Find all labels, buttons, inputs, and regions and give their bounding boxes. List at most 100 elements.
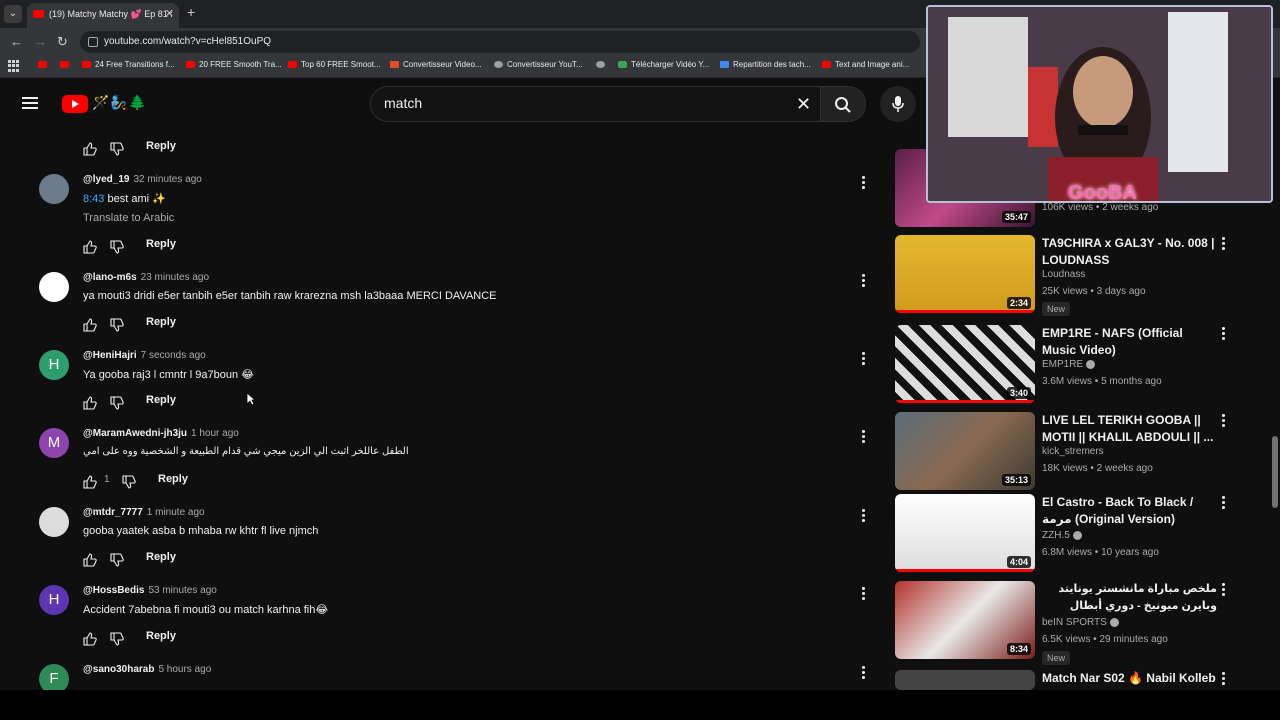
video-more-icon[interactable]	[1222, 583, 1226, 597]
comment-time[interactable]: 53 minutes ago	[148, 585, 216, 596]
translate-link[interactable]: Translate to Arabic	[83, 212, 174, 224]
recommendation-item[interactable]: 2:34 TA9CHIRA x GAL3Y - No. 008 | LOUDNA…	[895, 235, 1235, 316]
video-thumbnail[interactable]: 8:34	[895, 581, 1035, 659]
recommendation-item[interactable]: 3:40 EMP1RE - NAFS (Official Music Video…	[895, 325, 1235, 403]
comment-more-icon[interactable]	[862, 430, 866, 444]
avatar[interactable]	[39, 174, 69, 204]
recommendation-item[interactable]: Match Nar S02 🔥 Nabil Kolleb	[895, 670, 1235, 690]
comment-author[interactable]: @MaramAwedni-jh3ju 1 hour ago	[83, 428, 239, 439]
recommendation-item[interactable]: 8:34 ملخص مباراة مانشستر يونايتد وبايرن …	[895, 581, 1235, 665]
comment-more-icon[interactable]	[862, 587, 866, 601]
timestamp-link[interactable]: 8:43	[83, 193, 104, 205]
voice-search-button[interactable]	[880, 86, 916, 122]
comment-more-icon[interactable]	[862, 274, 866, 288]
comment-time[interactable]: 5 hours ago	[158, 664, 211, 675]
comment-more-icon[interactable]	[862, 666, 866, 680]
comment-time[interactable]: 7 seconds ago	[141, 350, 206, 361]
reply-button[interactable]: Reply	[146, 238, 176, 250]
forward-icon[interactable]: →	[34, 34, 47, 49]
dislike-icon[interactable]	[110, 396, 124, 410]
video-title[interactable]: El Castro - Back To Black / مرمة (Origin…	[1042, 494, 1217, 528]
avatar[interactable]: F	[39, 664, 69, 690]
scrollbar-thumb[interactable]	[1272, 436, 1278, 508]
video-title[interactable]: ملخص مباراة مانشستر يونايتد وبايرن ميوني…	[1042, 581, 1218, 615]
youtube-logo-icon[interactable]	[62, 95, 88, 113]
video-thumbnail[interactable]: 4:04	[895, 494, 1035, 572]
reply-button[interactable]: Reply	[146, 630, 176, 642]
like-icon[interactable]	[83, 632, 97, 646]
video-more-icon[interactable]	[1222, 414, 1226, 428]
video-thumbnail[interactable]: 2:34	[895, 235, 1035, 313]
site-info-icon[interactable]	[88, 37, 98, 47]
video-thumbnail[interactable]	[895, 670, 1035, 690]
comment-time[interactable]: 1 minute ago	[147, 507, 205, 518]
comment-more-icon[interactable]	[862, 176, 866, 190]
reply-button[interactable]: Reply	[158, 473, 188, 485]
bookmark-item[interactable]: Top 60 FREE Smoot...	[288, 60, 381, 69]
dislike-icon[interactable]	[110, 553, 124, 567]
tab-close-icon[interactable]: ✕	[165, 3, 174, 25]
new-tab-button[interactable]: +	[187, 4, 195, 20]
channel-name[interactable]: Loudnass	[1042, 269, 1085, 280]
video-thumbnail[interactable]: 35:13	[895, 412, 1035, 490]
comment-author[interactable]: @sano30harab 5 hours ago	[83, 664, 211, 675]
bookmark-item[interactable]: 20 FREE Smooth Tra...	[186, 60, 282, 69]
comment-author[interactable]: @HossBedis 53 minutes ago	[83, 585, 217, 596]
reload-icon[interactable]: ↻	[57, 34, 68, 50]
video-title[interactable]: LIVE LEL TERIKH GOOBA || MOTII || KHALIL…	[1042, 412, 1217, 446]
reply-button[interactable]: Reply	[146, 316, 176, 328]
comment-time[interactable]: 23 minutes ago	[141, 272, 209, 283]
video-title[interactable]: Match Nar S02 🔥 Nabil Kolleb	[1042, 670, 1217, 687]
video-title[interactable]: TA9CHIRA x GAL3Y - No. 008 | LOUDNASS	[1042, 235, 1217, 269]
avatar[interactable]: H	[39, 585, 69, 615]
active-tab[interactable]: (19) Matchy Matchy 💕 Ep 81 : ✕	[27, 3, 179, 28]
like-icon[interactable]	[83, 396, 97, 410]
bookmark-item[interactable]: Repartition des tach...	[720, 60, 811, 69]
logo-doodle-icon[interactable]: 🪄🧞🌲	[92, 94, 147, 111]
bookmark-item[interactable]: 24 Free Transitions f...	[82, 60, 175, 69]
avatar[interactable]	[39, 507, 69, 537]
comment-more-icon[interactable]	[862, 352, 866, 366]
reply-button[interactable]: Reply	[146, 551, 176, 563]
recommendation-item[interactable]: 4:04 El Castro - Back To Black / مرمة (O…	[895, 494, 1235, 572]
channel-name[interactable]: ZZH.5	[1042, 530, 1082, 541]
avatar[interactable]: H	[39, 350, 69, 380]
bookmark-item[interactable]: Convertisseur YouT...	[494, 60, 583, 69]
search-input[interactable]	[384, 95, 764, 111]
comment-author[interactable]: @mtdr_7777 1 minute ago	[83, 507, 205, 518]
reply-button[interactable]: Reply	[146, 140, 176, 152]
dislike-icon[interactable]	[122, 475, 136, 489]
clear-search-icon[interactable]: ✕	[796, 94, 811, 115]
search-button[interactable]	[820, 86, 866, 122]
comment-author[interactable]: @lano-m6s 23 minutes ago	[83, 272, 209, 283]
like-icon[interactable]	[83, 142, 97, 156]
channel-name[interactable]: EMP1RE	[1042, 359, 1096, 370]
bookmark-item[interactable]: Télécharger Vidéo Y...	[618, 60, 709, 69]
avatar[interactable]	[39, 272, 69, 302]
back-icon[interactable]: ←	[10, 34, 23, 49]
like-icon[interactable]	[83, 318, 97, 332]
comment-author[interactable]: @lyed_19 32 minutes ago	[83, 174, 202, 185]
avatar[interactable]: M	[39, 428, 69, 458]
comment-time[interactable]: 32 minutes ago	[133, 174, 201, 185]
dislike-icon[interactable]	[110, 142, 124, 156]
comment-author[interactable]: @HeniHajri 7 seconds ago	[83, 350, 206, 361]
dislike-icon[interactable]	[110, 632, 124, 646]
tab-search-menu[interactable]: ⌄	[4, 5, 22, 23]
comment-more-icon[interactable]	[862, 509, 866, 523]
channel-name[interactable]: kick_stremers	[1042, 446, 1104, 457]
channel-name[interactable]: beIN SPORTS	[1042, 617, 1119, 628]
like-icon[interactable]	[83, 553, 97, 567]
bookmark-item[interactable]: Text and Image ani...	[822, 60, 909, 69]
video-more-icon[interactable]	[1222, 237, 1226, 251]
menu-icon[interactable]	[22, 97, 38, 109]
recommendation-item[interactable]: 35:13 LIVE LEL TERIKH GOOBA || MOTII || …	[895, 412, 1235, 490]
dislike-icon[interactable]	[110, 318, 124, 332]
video-thumbnail[interactable]: 3:40	[895, 325, 1035, 403]
video-title[interactable]: EMP1RE - NAFS (Official Music Video)	[1042, 325, 1217, 359]
bookmark-item[interactable]: Convertisseur Video...	[390, 60, 482, 69]
video-more-icon[interactable]	[1222, 496, 1226, 510]
apps-grid-icon[interactable]	[8, 60, 20, 72]
video-more-icon[interactable]	[1222, 672, 1226, 686]
dislike-icon[interactable]	[110, 240, 124, 254]
